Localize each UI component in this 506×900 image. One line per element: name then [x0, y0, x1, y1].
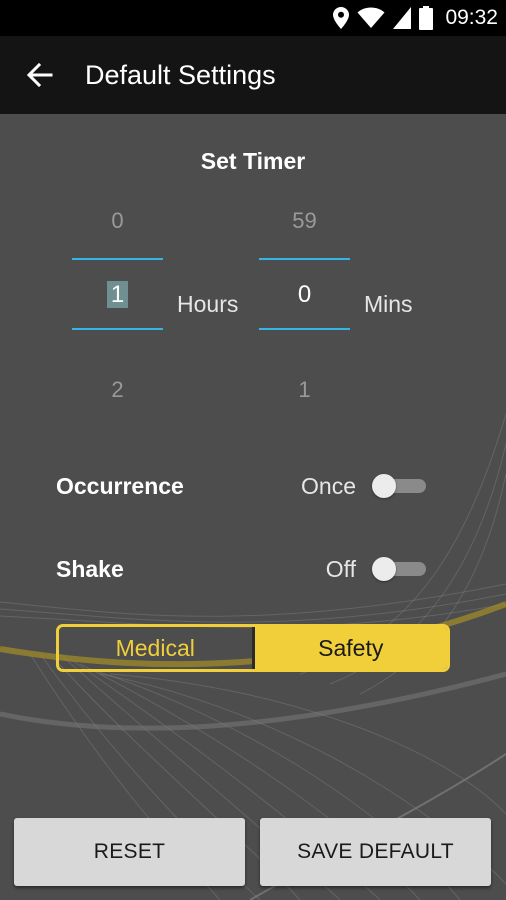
picker-divider	[259, 258, 350, 260]
status-time: 09:32	[445, 6, 498, 29]
status-icons: 09:32	[333, 0, 498, 36]
page-title: Default Settings	[85, 60, 276, 90]
shake-toggle[interactable]	[372, 557, 428, 581]
save-default-button[interactable]: SAVE DEFAULT	[260, 818, 491, 886]
hours-prev-value[interactable]: 0	[72, 206, 163, 236]
mode-option-safety[interactable]: Safety	[254, 627, 447, 669]
hours-label: Hours	[177, 291, 239, 317]
app-bar: Default Settings	[0, 36, 506, 114]
picker-divider	[72, 258, 163, 260]
timer-title: Set Timer	[200, 148, 306, 174]
occurrence-row: Occurrence Once	[56, 466, 436, 506]
picker-divider	[259, 328, 350, 330]
occurrence-toggle[interactable]	[372, 474, 428, 498]
minutes-input[interactable]: 0	[259, 278, 350, 312]
mode-segmented-control: Medical Safety	[56, 624, 450, 672]
wifi-icon	[357, 7, 385, 28]
minutes-next-value[interactable]: 1	[259, 375, 350, 405]
signal-icon	[393, 7, 412, 29]
shake-label: Shake	[56, 556, 124, 582]
minutes-label: Mins	[364, 291, 413, 317]
hours-current-value: 1	[106, 281, 129, 308]
minutes-prev-value[interactable]: 59	[259, 206, 350, 236]
status-bar: 09:32	[0, 0, 506, 36]
occurrence-value: Once	[301, 473, 356, 499]
shake-row: Shake Off	[56, 549, 436, 589]
mode-option-medical[interactable]: Medical	[59, 627, 255, 669]
hours-input[interactable]: 1	[72, 278, 163, 312]
toggle-thumb	[372, 557, 396, 581]
toggle-thumb	[372, 474, 396, 498]
shake-value: Off	[325, 556, 356, 582]
location-icon	[333, 7, 350, 29]
picker-divider	[72, 328, 163, 330]
reset-button[interactable]: RESET	[14, 818, 245, 886]
battery-icon	[419, 6, 434, 30]
arrow-left-icon	[27, 63, 53, 87]
hours-next-value[interactable]: 2	[72, 375, 163, 405]
back-button[interactable]	[22, 58, 58, 92]
occurrence-label: Occurrence	[56, 473, 184, 499]
settings-content: Set Timer 0 1 2 Hours 59 0 1 Mins Occurr…	[0, 114, 506, 900]
